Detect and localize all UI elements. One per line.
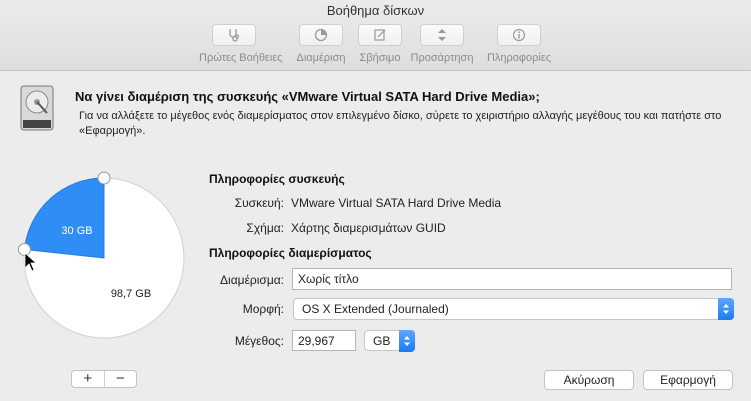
hard-drive-icon bbox=[20, 85, 54, 131]
partition-info-title: Πληροφορίες διαμερίσματος bbox=[209, 246, 372, 260]
dialog-heading: Να γίνει διαμέριση της συσκευής «VMware … bbox=[75, 89, 540, 104]
size-unit-value: GB bbox=[373, 334, 391, 348]
partition-name-label: Διαμέρισμα: bbox=[220, 273, 284, 287]
mount-button[interactable] bbox=[420, 24, 464, 46]
selected-partition-size-label: 30 GB bbox=[61, 225, 92, 237]
window-title: Βοήθημα δίσκων bbox=[326, 3, 425, 18]
popup-arrows-icon[interactable] bbox=[718, 298, 734, 320]
device-info-title: Πληροφορίες συσκευής bbox=[209, 172, 345, 186]
partition-button[interactable] bbox=[299, 24, 343, 46]
device-label: Συσκευή: bbox=[234, 196, 284, 210]
remove-partition-button[interactable]: − bbox=[103, 371, 137, 387]
free-space-size-label: 98,7 GB bbox=[111, 288, 151, 300]
selected-partition-slice[interactable] bbox=[23, 177, 105, 259]
device-value: VMware Virtual SATA Hard Drive Media bbox=[291, 196, 502, 210]
toolbar-mount[interactable]: Προσάρτηση bbox=[407, 24, 477, 64]
dialog-description: Για να αλλάξετε το μέγεθος ενός διαμερίσ… bbox=[79, 110, 722, 137]
toolbar-first-aid[interactable]: Πρώτες Βοήθειες bbox=[199, 24, 283, 64]
size-unit-popup[interactable]: GB bbox=[364, 330, 415, 352]
first-aid-button[interactable] bbox=[212, 24, 256, 46]
toolbar-label: Σβήσιμο bbox=[359, 52, 401, 64]
partition-icon bbox=[314, 28, 328, 42]
add-remove-segmented-control: + − bbox=[71, 370, 137, 388]
resize-handle-top[interactable] bbox=[97, 171, 111, 185]
stethoscope-icon bbox=[229, 29, 240, 42]
apply-button[interactable]: Εφαρμογή bbox=[643, 370, 733, 390]
resize-handle-left[interactable] bbox=[17, 242, 31, 256]
window-titlebar: Βοήθημα δίσκων Πρώτες Βοήθειες Διαμέριση bbox=[0, 0, 751, 71]
cancel-button[interactable]: Ακύρωση bbox=[544, 370, 634, 390]
format-popup[interactable]: OS X Extended (Journaled) bbox=[293, 298, 734, 320]
partition-name-field[interactable]: Χωρίς τίτλο bbox=[292, 268, 732, 290]
toolbar-label: Πληροφορίες bbox=[486, 52, 552, 64]
toolbar-erase[interactable]: Σβήσιμο bbox=[345, 24, 415, 64]
add-partition-button[interactable]: + bbox=[72, 371, 104, 387]
size-field[interactable]: 29,967 bbox=[292, 330, 356, 351]
mount-icon bbox=[438, 29, 446, 41]
toolbar-label: Πρώτες Βοήθειες bbox=[199, 52, 283, 64]
scheme-value: Χάρτης διαμερισμάτων GUID bbox=[291, 221, 446, 235]
format-label: Μορφή: bbox=[242, 302, 284, 316]
erase-button[interactable] bbox=[358, 24, 402, 46]
toolbar-info[interactable]: Πληροφορίες bbox=[484, 24, 554, 64]
partition-pie-chart[interactable]: 30 GB 98,7 GB bbox=[0, 150, 200, 380]
size-label: Μέγεθος: bbox=[234, 334, 284, 348]
info-button[interactable] bbox=[497, 24, 541, 46]
format-value: OS X Extended (Journaled) bbox=[302, 302, 449, 316]
scheme-label: Σχήμα: bbox=[246, 221, 284, 235]
toolbar-label: Προσάρτηση bbox=[410, 52, 474, 64]
popup-arrows-icon[interactable] bbox=[399, 330, 415, 352]
erase-icon bbox=[374, 29, 386, 41]
info-icon bbox=[512, 28, 526, 42]
